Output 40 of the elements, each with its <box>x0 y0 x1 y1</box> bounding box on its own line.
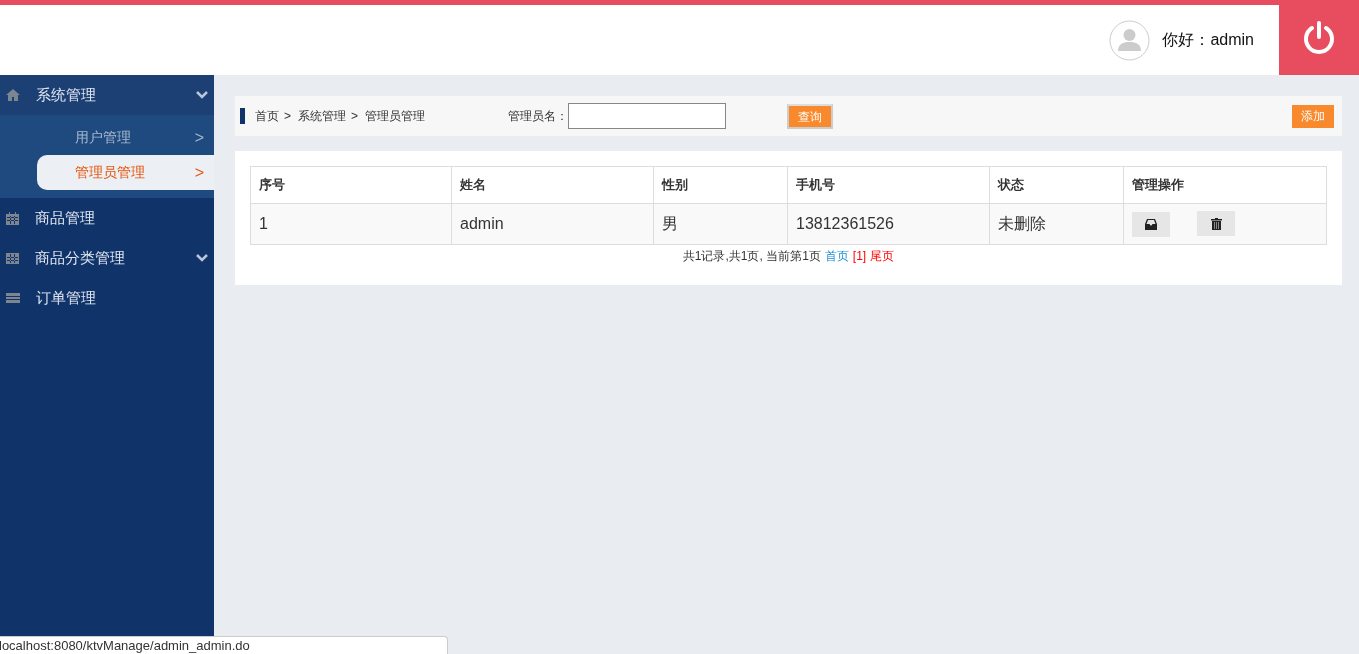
column-header: 序号 <box>250 166 452 204</box>
last-page-link[interactable]: 尾页 <box>870 249 895 263</box>
sidebar-item[interactable]: 订单管理 <box>0 278 214 318</box>
table-cell: 13812361526 <box>787 203 990 245</box>
inbox-icon <box>1145 218 1157 230</box>
home-icon <box>6 89 20 101</box>
column-header: 管理操作 <box>1123 166 1327 204</box>
status-url: localhost:8080/ktvManage/admin_admin.do <box>0 636 448 654</box>
column-header: 姓名 <box>451 166 654 204</box>
breadcrumb-item[interactable]: 系统管理 <box>298 107 346 125</box>
breadcrumb-separator: > <box>351 109 359 123</box>
table-cell: 1 <box>250 203 452 245</box>
sidebar-item[interactable]: 商品分类管理 <box>0 238 214 278</box>
table-icon <box>6 252 19 264</box>
column-header: 手机号 <box>787 166 990 204</box>
first-page-link[interactable]: 首页 <box>824 249 849 263</box>
name-input-field[interactable] <box>568 103 727 129</box>
page-link[interactable]: [1] <box>852 249 867 263</box>
greeting-text: 你好：admin <box>1162 29 1254 50</box>
table-cell: 未删除 <box>989 203 1124 245</box>
sidebar-item[interactable]: 系统管理 <box>0 75 214 115</box>
pagination-summary: 共1记录,共1页, 当前第1页 <box>682 249 821 263</box>
calendar-icon <box>6 211 19 225</box>
field-label: 管理员名： <box>508 107 569 125</box>
breadcrumb-item[interactable]: 首页 <box>255 107 279 125</box>
avatar-icon <box>1109 19 1151 61</box>
sidebar-item[interactable]: 商品管理 <box>0 198 214 238</box>
breadcrumb-item[interactable]: 管理员管理 <box>365 107 426 125</box>
title-marker <box>240 108 245 124</box>
table-cell: admin <box>451 203 654 245</box>
power-icon <box>1301 19 1337 56</box>
breadcrumb-separator: > <box>284 109 291 123</box>
table-cell: 男 <box>653 203 788 245</box>
edit-button[interactable] <box>1132 211 1170 237</box>
trash-icon <box>1210 217 1222 230</box>
column-header: 性别 <box>653 166 788 204</box>
column-header: 状态 <box>989 166 1124 204</box>
list-icon <box>6 293 20 303</box>
delete-button[interactable] <box>1197 211 1235 237</box>
submenu-item[interactable]: 用户管理 > <box>37 120 214 155</box>
